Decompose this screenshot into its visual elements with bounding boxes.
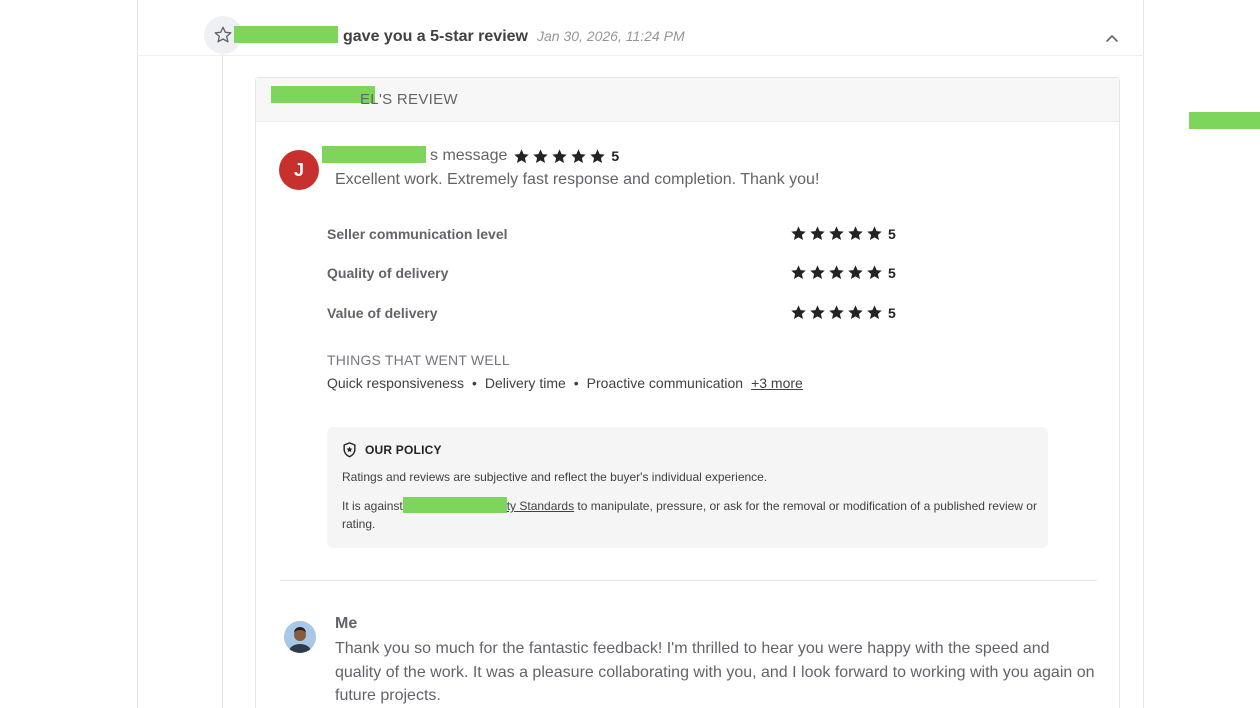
- went-well-list: Quick responsiveness • Delivery time • P…: [327, 375, 803, 391]
- more-items-link[interactable]: +3 more: [751, 375, 803, 391]
- buyer-message-label: s message: [430, 147, 508, 164]
- rating-label: Seller communication level: [327, 225, 508, 242]
- buyer-review-line: s message 5: [322, 145, 619, 165]
- went-well-item: Quick responsiveness: [327, 375, 464, 391]
- went-well-title: THINGS THAT WENT WELL: [327, 352, 510, 368]
- notification-title: gave you a 5-star review: [343, 28, 528, 45]
- buyer-star-rating: 5: [513, 148, 619, 165]
- policy-line-2: It is against ty Standards to manipulate,…: [342, 497, 1042, 533]
- rating-value: 5: [888, 225, 896, 242]
- rating-value: 5: [888, 304, 896, 321]
- star-icon: [829, 226, 844, 241]
- policy-box: OUR POLICY Ratings and reviews are subje…: [327, 427, 1048, 548]
- seller-avatar[interactable]: [284, 621, 316, 653]
- star-icon: [810, 305, 825, 320]
- star-icon: [867, 305, 882, 320]
- rating-label: Value of delivery: [327, 304, 438, 321]
- star-outline-icon: [214, 26, 232, 43]
- policy-line-2-prefix: It is against: [342, 499, 403, 513]
- rating-value: 5: [888, 264, 896, 281]
- policy-line-1: Ratings and reviews are subjective and r…: [342, 470, 768, 484]
- star-icon: [571, 148, 587, 163]
- went-well-item: Delivery time: [484, 375, 566, 391]
- shield-star-icon: [343, 442, 356, 458]
- star-icon: [791, 305, 806, 320]
- rating-stars: 5: [790, 304, 896, 321]
- star-icon: [791, 226, 806, 241]
- reply-text: Thank you so much for the fantastic feed…: [335, 640, 1095, 704]
- bullet-separator: •: [573, 375, 579, 391]
- rating-row-quality: Quality of delivery 5: [327, 264, 897, 281]
- rating-label: Quality of delivery: [327, 264, 449, 281]
- chevron-up-icon[interactable]: [1104, 30, 1120, 46]
- buyer-comment: Excellent work. Extremely fast response …: [335, 171, 820, 188]
- divider: [280, 580, 1097, 581]
- policy-header: OUR POLICY: [342, 442, 442, 458]
- star-icon: [867, 265, 882, 280]
- bullet-separator: •: [471, 375, 477, 391]
- rating-row-communication: Seller communication level 5: [327, 225, 897, 242]
- notification-text: gave you a 5-star review Jan 30, 2026, 1…: [234, 24, 685, 46]
- star-icon: [810, 265, 825, 280]
- review-card-header: EL'S REVIEW: [256, 78, 1119, 122]
- star-icon: [590, 148, 606, 163]
- star-icon: [867, 226, 882, 241]
- rating-stars: 5: [790, 264, 896, 281]
- star-icon: [829, 265, 844, 280]
- buyer-avatar[interactable]: J: [279, 150, 319, 190]
- notification-date: Jan 30, 2026, 11:24 PM: [536, 28, 685, 44]
- review-header-title: EL'S REVIEW: [360, 91, 458, 108]
- star-icon: [848, 226, 863, 241]
- went-well-item: Proactive communication: [586, 375, 744, 391]
- rating-stars: 5: [790, 225, 896, 242]
- timeline-line: [222, 48, 223, 708]
- star-icon: [829, 305, 844, 320]
- star-icon: [533, 148, 549, 163]
- redacted-policy-link-text: [402, 497, 507, 513]
- redacted-username: [234, 26, 338, 43]
- star-icon: [810, 226, 825, 241]
- policy-title: OUR POLICY: [365, 443, 442, 457]
- rating-row-value: Value of delivery 5: [327, 304, 897, 321]
- star-icon: [552, 148, 568, 163]
- star-icon: [514, 148, 530, 163]
- star-icon: [848, 305, 863, 320]
- reply-author-name: Me: [335, 615, 358, 632]
- redacted-side-label: [1189, 112, 1260, 129]
- redacted-buyer-username: [322, 145, 426, 163]
- profile-photo-icon: [284, 621, 316, 653]
- community-standards-link[interactable]: ty Standards: [507, 499, 574, 513]
- star-icon: [791, 265, 806, 280]
- star-icon: [848, 265, 863, 280]
- buyer-rating-value: 5: [611, 148, 620, 164]
